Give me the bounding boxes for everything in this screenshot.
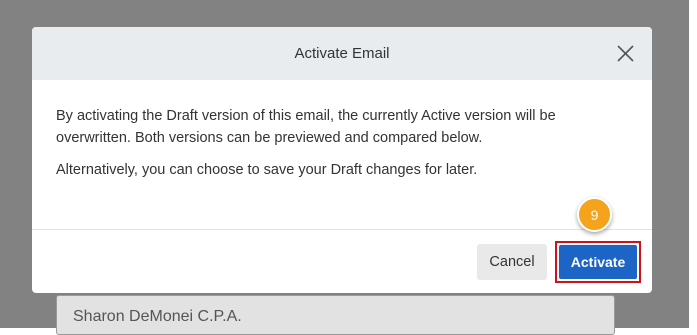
close-icon[interactable] (617, 45, 634, 62)
dialog-alternative-message: Alternatively, you can choose to save yo… (56, 162, 478, 178)
dialog-body: By activating the Draft version of this … (32, 80, 652, 229)
activate-button-highlight: Activate (555, 241, 641, 283)
activate-button[interactable]: Activate (559, 245, 637, 279)
background-name-field: Sharon DeMonei C.P.A. (56, 295, 615, 335)
dialog-footer: Cancel Activate (32, 229, 652, 293)
dialog-message: By activating the Draft version of this … (56, 108, 556, 146)
dialog-header: Activate Email (32, 27, 652, 80)
activate-email-dialog: Activate Email By activating the Draft v… (32, 27, 652, 293)
step-number-badge: 9 (577, 197, 612, 232)
cancel-button[interactable]: Cancel (477, 244, 547, 280)
dialog-title: Activate Email (294, 45, 390, 62)
